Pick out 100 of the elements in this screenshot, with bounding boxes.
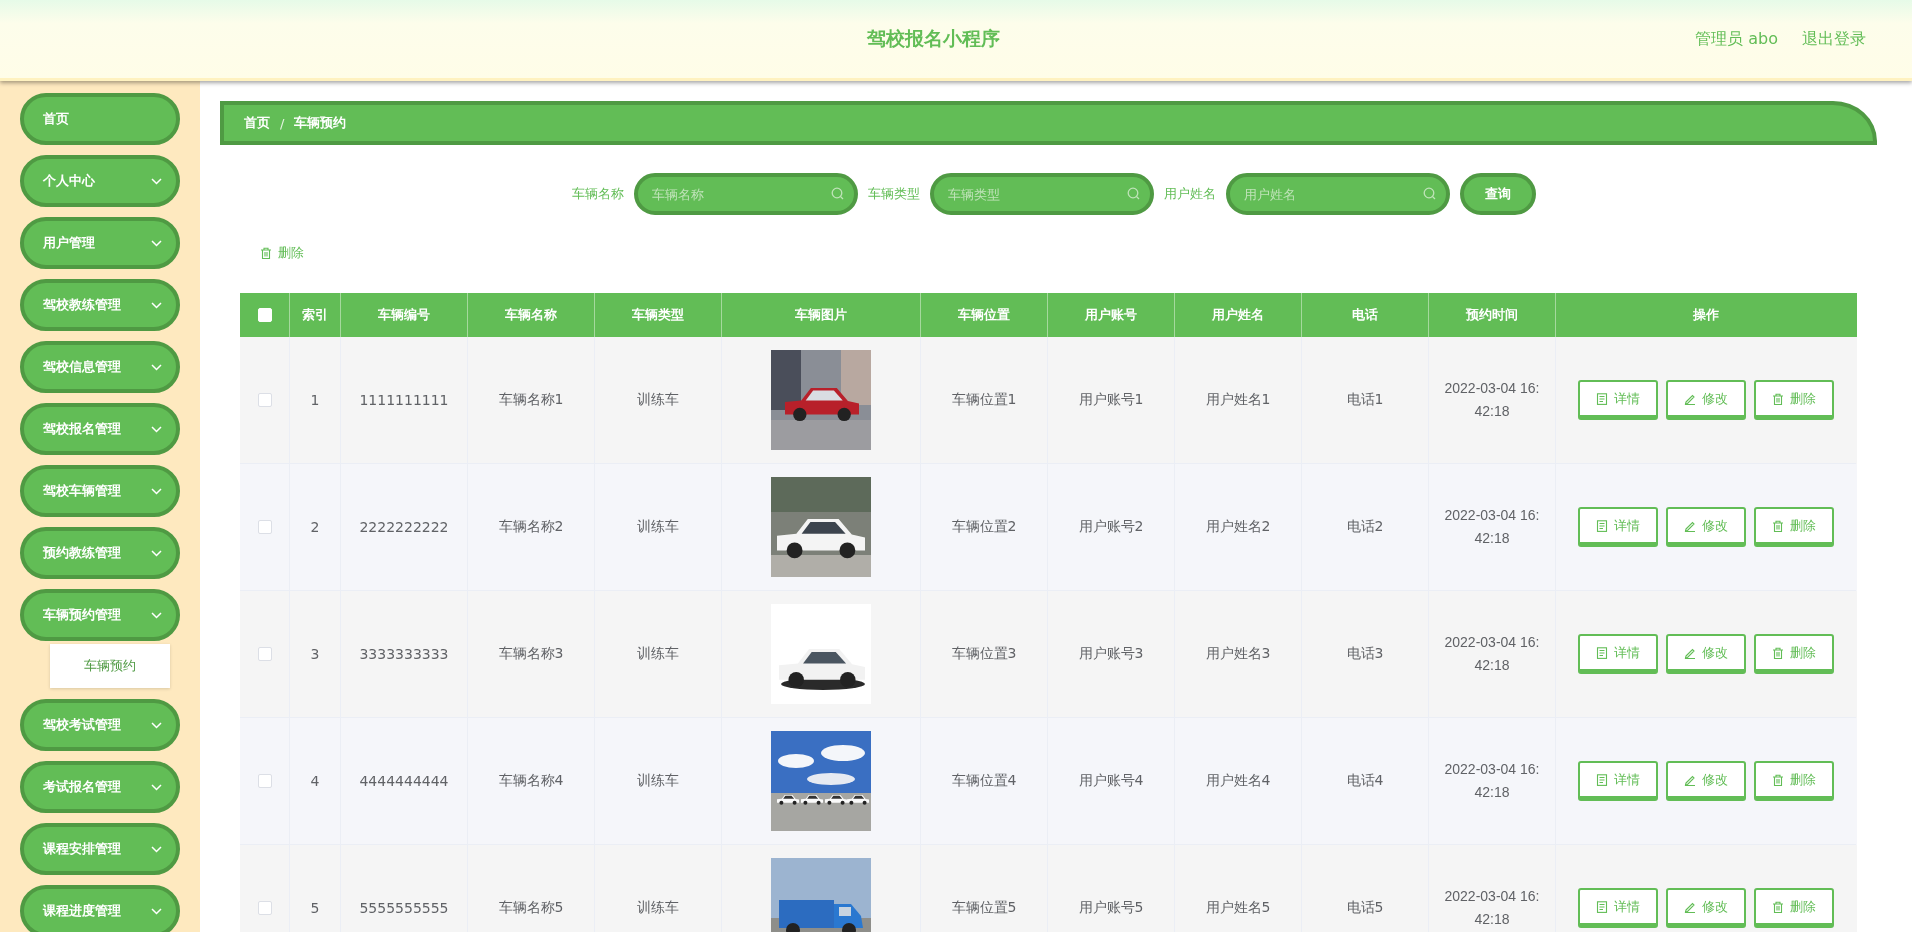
- sidebar-menu-item[interactable]: 驾校考试管理: [20, 699, 180, 751]
- chevron-down-icon: [151, 301, 162, 309]
- edit-icon: [1684, 646, 1696, 659]
- breadcrumb-link[interactable]: 首页: [244, 114, 270, 132]
- document-icon: [1596, 646, 1608, 659]
- sidebar-menu-item[interactable]: 课程安排管理: [20, 823, 180, 875]
- trash-icon: [1772, 646, 1784, 659]
- table-cell: 4444444444: [359, 773, 449, 789]
- table-cell: 训练车: [637, 645, 679, 663]
- details-button[interactable]: 详情: [1578, 634, 1658, 674]
- details-button[interactable]: 详情: [1578, 761, 1658, 801]
- table-cell: 车辆名称5: [498, 899, 564, 917]
- field-label: 车辆名称: [571, 185, 624, 203]
- delete-button[interactable]: 删除: [1754, 507, 1834, 547]
- edit-icon: [1684, 773, 1696, 786]
- search-icon: [1422, 187, 1436, 200]
- sidebar-submenu-item[interactable]: 车辆预约: [50, 644, 170, 688]
- table-cell: 训练车: [637, 899, 679, 917]
- table-cell: 车辆位置4: [951, 772, 1017, 790]
- logout-link[interactable]: 退出登录: [1802, 28, 1866, 50]
- sidebar-menu-item[interactable]: 驾校车辆管理: [20, 465, 180, 517]
- details-button[interactable]: 详情: [1578, 888, 1658, 928]
- details-button[interactable]: 详情: [1578, 507, 1658, 547]
- chevron-down-icon: [151, 177, 162, 185]
- chevron-down-icon: [151, 425, 162, 433]
- search-field[interactable]: 用户姓名: [1225, 173, 1450, 215]
- chevron-down-icon: [151, 487, 162, 495]
- table-cell: 车辆名称3: [498, 645, 564, 663]
- breadcrumb-link[interactable]: 车辆预约: [294, 114, 347, 132]
- table-cell: 车辆位置1: [951, 391, 1017, 409]
- sidebar-menu-item[interactable]: 驾校报名管理: [20, 403, 180, 455]
- document-icon: [1596, 900, 1608, 913]
- trash-icon: [1772, 900, 1784, 913]
- table-cell-text: 2022-03-04 16:42:18: [1443, 633, 1541, 675]
- trash-icon: [1772, 519, 1784, 532]
- sidebar-menu-item[interactable]: 预约教练管理: [20, 527, 180, 579]
- table-cell: 4: [310, 773, 320, 789]
- select-all-checkbox[interactable]: [257, 308, 272, 322]
- delete-button[interactable]: 删除: [1754, 634, 1834, 674]
- search-icon: [830, 187, 844, 200]
- row-checkbox[interactable]: [257, 901, 272, 915]
- table-cell: 2: [310, 519, 320, 535]
- chevron-down-icon: [151, 845, 162, 853]
- column-header: 车辆类型: [632, 306, 684, 324]
- sidebar-menu-item[interactable]: 用户管理: [20, 217, 180, 269]
- search-field[interactable]: 车辆名称: [633, 173, 858, 215]
- table-cell: 3333333333: [359, 646, 449, 662]
- table-cell: 3: [310, 646, 320, 662]
- table-cell: 车辆位置5: [951, 899, 1017, 917]
- row-checkbox[interactable]: [257, 774, 272, 788]
- edit-button[interactable]: 修改: [1666, 888, 1746, 928]
- edit-button[interactable]: 修改: [1666, 380, 1746, 420]
- delete-button[interactable]: 删除: [1754, 761, 1834, 801]
- search-button[interactable]: 查询: [1459, 173, 1536, 215]
- breadcrumb-separator: /: [280, 115, 285, 131]
- table-cell: 车辆名称4: [498, 772, 564, 790]
- edit-button[interactable]: 修改: [1666, 634, 1746, 674]
- edit-button[interactable]: 修改: [1666, 761, 1746, 801]
- table-cell: 用户姓名3: [1205, 645, 1271, 663]
- chevron-down-icon: [151, 363, 162, 371]
- table-cell: 电话3: [1346, 645, 1384, 663]
- search-field[interactable]: 车辆类型: [929, 173, 1154, 215]
- document-icon: [1596, 773, 1608, 786]
- delete-button[interactable]: 删除: [1754, 380, 1834, 420]
- table-cell: 训练车: [637, 391, 679, 409]
- table-cell: 用户账号3: [1078, 645, 1144, 663]
- column-header: 用户姓名: [1212, 306, 1264, 324]
- row-checkbox[interactable]: [257, 520, 272, 534]
- chevron-down-icon: [151, 549, 162, 557]
- details-button[interactable]: 详情: [1578, 380, 1658, 420]
- row-checkbox[interactable]: [257, 647, 272, 661]
- sidebar-menu-item[interactable]: 驾校教练管理: [20, 279, 180, 331]
- row-checkbox[interactable]: [257, 393, 272, 407]
- table-cell-text: 2022-03-04 16:42:18: [1443, 506, 1541, 548]
- admin-name: 管理员 abo: [1695, 28, 1778, 50]
- chevron-down-icon: [151, 783, 162, 791]
- sidebar-menu-item[interactable]: 驾校信息管理: [20, 341, 180, 393]
- chevron-down-icon: [151, 907, 162, 915]
- sidebar-menu-item[interactable]: 课程进度管理: [20, 885, 180, 932]
- document-icon: [1596, 519, 1608, 532]
- chevron-down-icon: [151, 239, 162, 247]
- delete-button[interactable]: 删除: [260, 244, 304, 262]
- table-cell-text: 2022-03-04 16:42:18: [1443, 760, 1541, 802]
- app-title: 驾校报名小程序: [866, 26, 1000, 51]
- column-header: 操作: [1693, 306, 1719, 324]
- field-label: 用户姓名: [1163, 185, 1216, 203]
- table-cell: 用户姓名2: [1205, 518, 1271, 536]
- table-cell: 用户姓名5: [1205, 899, 1271, 917]
- sidebar-menu-item[interactable]: 车辆预约管理: [20, 589, 180, 641]
- edit-button[interactable]: 修改: [1666, 507, 1746, 547]
- field-label: 车辆类型: [867, 185, 920, 203]
- sidebar-menu-item[interactable]: 首页: [20, 93, 180, 145]
- sidebar-menu-item[interactable]: 个人中心: [20, 155, 180, 207]
- delete-button[interactable]: 删除: [1754, 888, 1834, 928]
- search-icon: [1126, 187, 1140, 200]
- column-header: 用户账号: [1085, 306, 1137, 324]
- table-cell: 2222222222: [359, 519, 449, 535]
- edit-icon: [1684, 519, 1696, 532]
- table-cell: 车辆位置3: [951, 645, 1017, 663]
- sidebar-menu-item[interactable]: 考试报名管理: [20, 761, 180, 813]
